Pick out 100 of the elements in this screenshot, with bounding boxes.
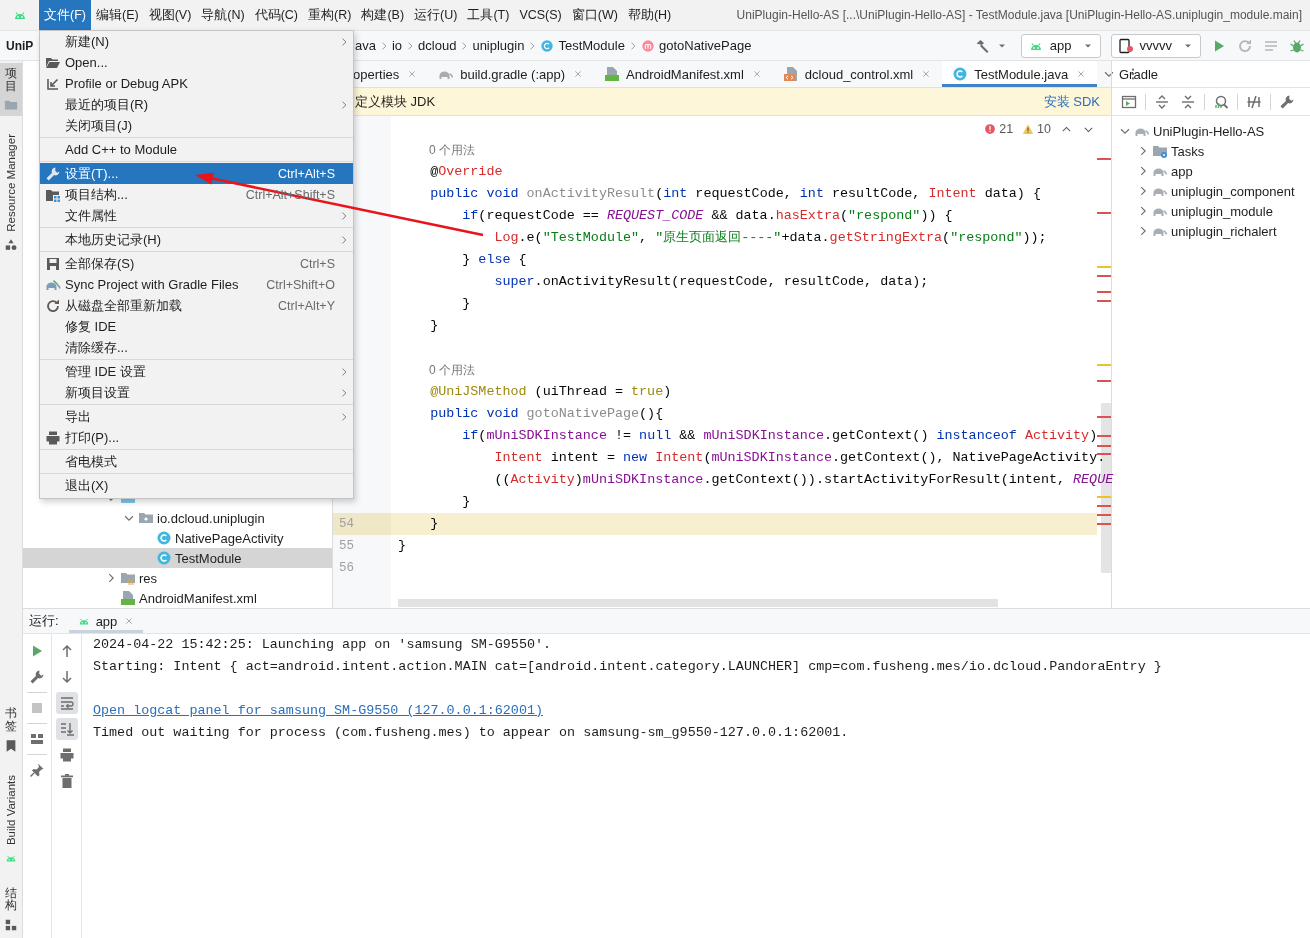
menu-item[interactable]: Sync Project with Gradle Files Ctrl+Shift+O — [40, 274, 353, 295]
run-tab[interactable]: app — [68, 609, 144, 633]
menu-item[interactable]: 全部保存(S) Ctrl+S — [40, 253, 353, 274]
tree-item[interactable]: app — [1112, 161, 1310, 181]
menu-item[interactable]: 导出 — [40, 406, 353, 427]
banner-message: 定义模块 JDK — [355, 92, 436, 111]
menu-item[interactable]: 省电模式 — [40, 451, 353, 472]
menu-item[interactable]: 新项目设置 — [40, 382, 353, 403]
wrench-icon[interactable] — [29, 669, 45, 685]
expand-all-icon[interactable] — [1154, 93, 1170, 110]
tree-item[interactable]: uniplugin_component — [1112, 181, 1310, 201]
tree-item[interactable]: UniPlugin-Hello-AS — [1112, 121, 1310, 141]
menu-item[interactable]: 从磁盘全部重新加载 Ctrl+Alt+Y — [40, 295, 353, 316]
menu-item[interactable]: 修复 IDE — [40, 316, 353, 337]
breadcrumb-item[interactable]: gotoNativePage — [638, 38, 754, 53]
logcat-link[interactable]: Open logcat panel for samsung SM-G9550 (127.0.0.1:62001) — [93, 703, 543, 718]
menu-item[interactable]: 最近的项目(R) — [40, 94, 353, 115]
scrollbar[interactable] — [398, 599, 998, 607]
magnifier-icon[interactable] — [1213, 93, 1229, 110]
menu-item[interactable]: Add C++ to Module — [40, 139, 353, 160]
console-line: Timed out waiting for process (com.fusheng.mes) to appear on samsung-sm_g9550-127.0.0.1:62001. — [93, 725, 849, 740]
breadcrumb-item[interactable]: ava — [353, 38, 378, 53]
window-icon[interactable] — [1121, 93, 1137, 110]
tree-item[interactable]: uniplugin_richalert — [1112, 221, 1310, 241]
editor-tab[interactable]: AndroidManifest.xml — [594, 61, 773, 87]
menu-bar-item[interactable]: 文件(F) — [39, 0, 91, 30]
tool-window-tab[interactable]: Build Variants — [0, 770, 22, 869]
document-icon — [120, 590, 136, 606]
layout-icon[interactable] — [29, 731, 45, 747]
menu-bar-item[interactable]: 构建(B) — [356, 0, 410, 30]
shortcut-label: Ctrl+S — [299, 256, 335, 271]
install-sdk-link[interactable]: 安装 SDK — [1043, 92, 1100, 111]
code-line: if(requestCode == REQUEST_CODE && data.hasExtra("respond")) { — [461, 207, 954, 225]
offline-icon[interactable] — [1246, 93, 1262, 110]
menu-bar-item[interactable]: 工具(T) — [462, 0, 515, 30]
class-icon — [156, 550, 172, 566]
bookmark-icon — [4, 738, 18, 753]
menu-item[interactable]: 管理 IDE 设置 — [40, 361, 353, 382]
tool-window-tab[interactable]: Resource Manager — [0, 130, 22, 257]
menu-bar-item[interactable]: 代码(C) — [249, 0, 304, 30]
menu-bar-item[interactable]: 视图(V) — [143, 0, 197, 30]
menu-bar-item[interactable]: 导航(N) — [196, 0, 250, 30]
code-line: } else { — [461, 251, 528, 269]
breadcrumb-item[interactable]: io — [389, 38, 405, 53]
collapse-all-icon[interactable] — [1180, 93, 1196, 110]
run-config-dropdown[interactable]: app — [1020, 33, 1101, 58]
shortcut-label: Ctrl+Alt+Y — [278, 298, 335, 313]
menu-item[interactable]: 文件属性 — [40, 205, 353, 226]
menu-item[interactable]: 退出(X) — [40, 475, 353, 496]
trash-icon[interactable] — [58, 773, 75, 789]
tree-item[interactable]: AndroidManifest.xml — [23, 588, 332, 608]
tree-item[interactable]: uniplugin_module — [1112, 201, 1310, 221]
wrap-icon[interactable] — [58, 695, 75, 711]
breadcrumb-item[interactable]: TestModule — [538, 38, 627, 53]
menu-item[interactable]: 清除缓存... — [40, 337, 353, 358]
scroll-end-icon[interactable] — [58, 721, 75, 737]
class-icon — [952, 66, 969, 82]
menu-bar-item[interactable]: 帮助(H) — [622, 0, 677, 30]
tool-window-tab[interactable]: 结构 — [0, 882, 22, 936]
menu-item[interactable]: 关闭项目(J) — [40, 115, 353, 136]
warning-count[interactable]: 10 — [1037, 122, 1051, 136]
phone-icon — [1117, 37, 1134, 54]
code-line: super.onActivityResult(requestCode, resultCode, data); — [493, 273, 930, 291]
menu-item[interactable]: 新建(N) — [40, 31, 353, 52]
tree-item[interactable]: Tasks — [1112, 141, 1310, 161]
wrench-icon[interactable] — [1279, 93, 1295, 110]
tool-window-tab[interactable]: 项目 — [0, 63, 22, 117]
bug-icon[interactable] — [1289, 37, 1305, 54]
tree-item[interactable]: io.dcloud.uniplugin — [23, 508, 332, 528]
breadcrumb-item[interactable]: dcloud — [416, 38, 459, 53]
hammer-icon[interactable] — [974, 37, 991, 54]
usage-hint: 0 个用法 — [428, 361, 475, 379]
menu-bar-item[interactable]: VCS(S) — [514, 0, 567, 30]
tree-item[interactable]: res — [23, 568, 332, 588]
code-file-icon — [782, 66, 799, 82]
editor-tab[interactable]: build.gradle (:app) — [428, 61, 595, 87]
menu-item[interactable]: 本地历史记录(H) — [40, 229, 353, 250]
editor-tab[interactable]: TestModule.java — [942, 61, 1098, 87]
print-icon[interactable] — [58, 747, 75, 763]
tool-window-tab[interactable]: 书签 — [0, 703, 22, 757]
console-line: 2024-04-22 15:42:25: Launching app on 'samsung SM-G9550'. — [93, 637, 552, 652]
menu-bar-item[interactable]: 运行(U) — [409, 0, 463, 30]
editor-tab[interactable]: dcloud_control.xml — [772, 61, 943, 87]
folder-icon — [120, 570, 136, 586]
project-name[interactable]: UniP — [0, 39, 34, 53]
pin-icon[interactable] — [29, 762, 45, 778]
tree-item[interactable]: TestModule — [23, 548, 332, 568]
menu-item[interactable]: 打印(P)... — [40, 427, 353, 448]
error-count[interactable]: 21 — [999, 122, 1014, 136]
device-dropdown[interactable]: vvvvv — [1110, 33, 1201, 58]
menu-bar-item[interactable]: 编辑(E) — [90, 0, 144, 30]
menu-bar-item[interactable]: 重构(R) — [303, 0, 357, 30]
menu-item[interactable]: 设置(T)... Ctrl+Alt+S — [40, 163, 353, 184]
panel-title: Gradle — [1112, 61, 1310, 88]
code-line: @UniJSMethod (uiThread = true) — [429, 383, 673, 401]
usage-hint: 0 个用法 — [428, 141, 475, 159]
breadcrumb-item[interactable]: uniplugin — [470, 38, 527, 53]
code-line: public void gotoNativePage(){ — [429, 405, 665, 423]
menu-bar-item[interactable]: 窗口(W) — [566, 0, 623, 30]
tree-item[interactable]: NativePageActivity — [23, 528, 332, 548]
